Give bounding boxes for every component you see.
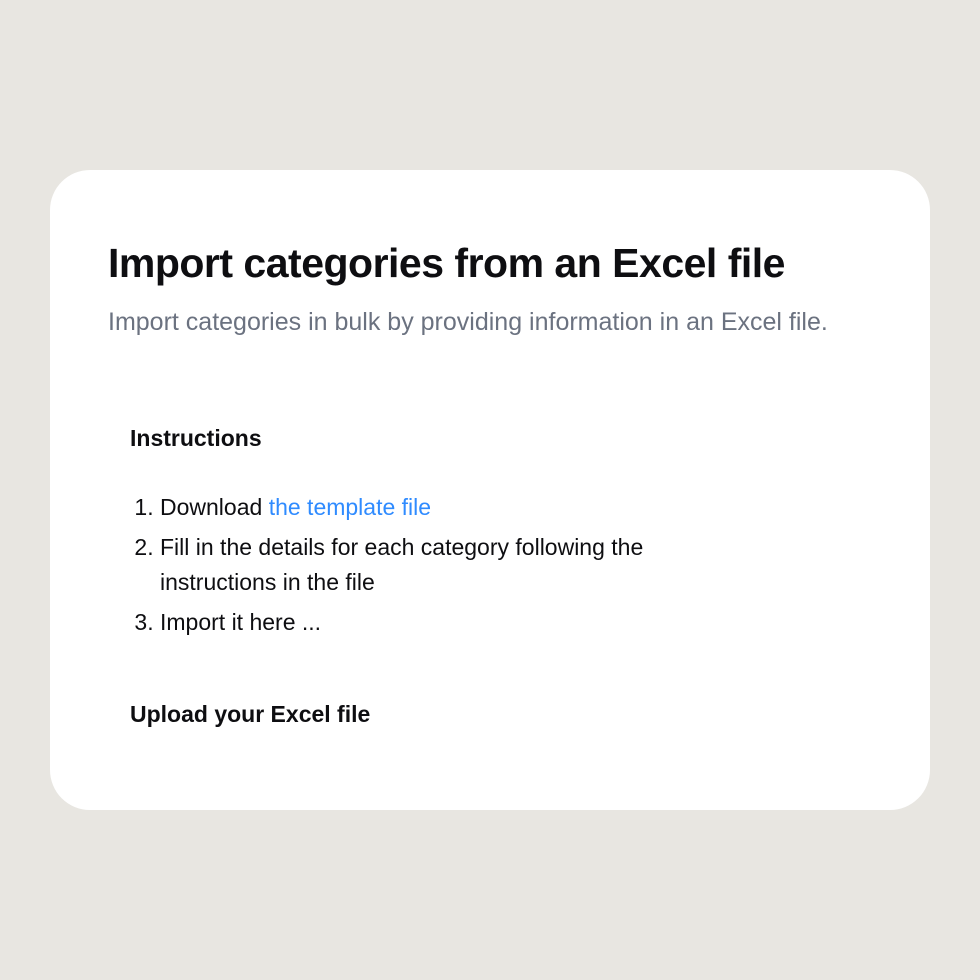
upload-heading: Upload your Excel file [130, 701, 668, 728]
instructions-list: Download the template file Fill in the d… [130, 490, 668, 641]
content-area: Instructions Download the template file … [108, 425, 668, 728]
instruction-step-3: Import it here ... [160, 605, 668, 641]
page-subtitle: Import categories in bulk by providing i… [108, 305, 872, 340]
instruction-step-2: Fill in the details for each category fo… [160, 530, 668, 601]
instruction-step-1-prefix: Download [160, 494, 269, 520]
instruction-step-1: Download the template file [160, 490, 668, 526]
import-card: Import categories from an Excel file Imp… [50, 170, 930, 810]
page-title: Import categories from an Excel file [108, 240, 872, 287]
template-file-link[interactable]: the template file [269, 494, 431, 520]
instructions-heading: Instructions [130, 425, 668, 452]
